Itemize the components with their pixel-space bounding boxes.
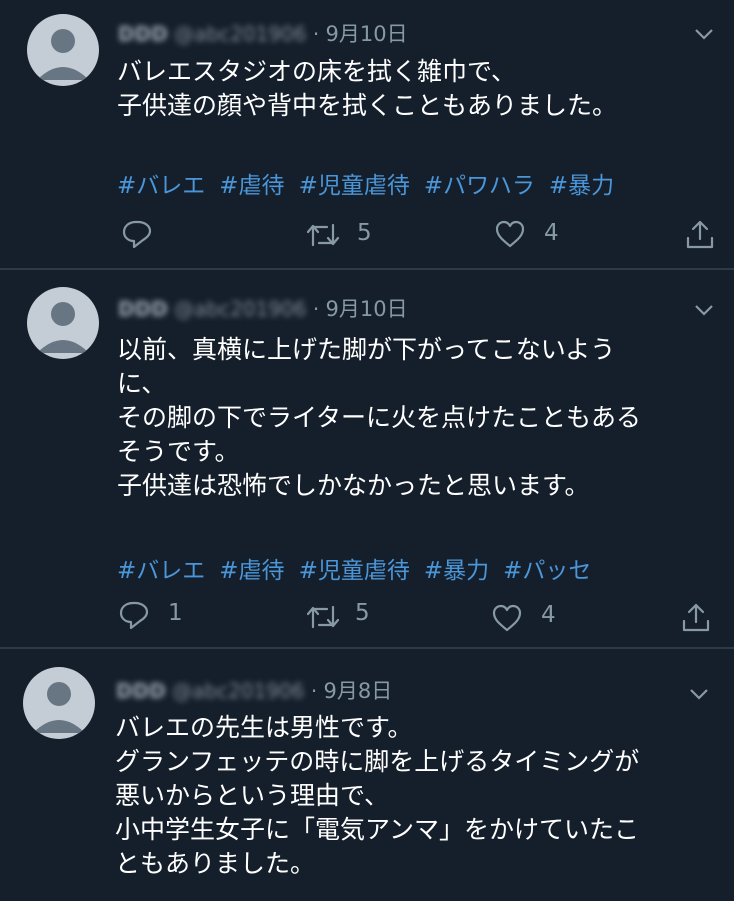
retweet-count: 5: [355, 600, 370, 626]
default-avatar-icon[interactable]: [27, 287, 99, 359]
like-icon: [495, 220, 525, 248]
tweet[interactable]: DDD @abc201906 · 9月10日 バレエスタジオの床を拭く雑巾で、 …: [0, 0, 734, 268]
share-icon: [686, 220, 714, 249]
reply-button[interactable]: 1: [118, 600, 190, 630]
hashtag-link[interactable]: #パワハラ: [424, 173, 535, 199]
header-separator: ·: [312, 22, 320, 46]
like-count: 4: [544, 220, 559, 246]
author-name-blurred[interactable]: DDD @abc201906: [116, 679, 304, 703]
hashtag-link[interactable]: #児童虐待: [299, 558, 410, 584]
reply-icon: [122, 220, 152, 249]
retweet-count: 5: [357, 220, 372, 246]
tweet-text: バレエの先生は男性です。 グランフェッテの時に脚を上げるタイミングが 悪いからと…: [115, 713, 640, 878]
hashtag-list: #バレエ #虐待 #児童虐待 #暴力 #パッセ: [117, 551, 605, 585]
like-button[interactable]: 4: [491, 602, 563, 634]
retweet-button[interactable]: 5: [305, 220, 385, 251]
tweet-date[interactable]: 9月8日: [324, 679, 393, 703]
hashtag-link[interactable]: #暴力: [549, 173, 614, 199]
hashtag-link[interactable]: #児童虐待: [299, 173, 410, 199]
author-name-blurred[interactable]: DDD @abc201906: [118, 297, 306, 321]
tweet-header: DDD @abc201906 · 9月10日: [118, 18, 408, 48]
share-icon: [682, 603, 710, 632]
like-icon: [492, 604, 522, 632]
hashtag-list: #バレエ #虐待 #児童虐待 #パワハラ #暴力: [117, 166, 628, 200]
share-button[interactable]: [684, 219, 716, 249]
tweet-header: DDD @abc201906 · 9月8日: [116, 675, 392, 705]
like-button[interactable]: 4: [494, 220, 566, 250]
header-separator: ·: [312, 297, 320, 321]
chevron-down-icon[interactable]: [693, 302, 715, 318]
reply-count: 1: [168, 600, 183, 626]
hashtag-link[interactable]: #虐待: [219, 558, 284, 584]
author-name-blurred[interactable]: DDD @abc201906: [118, 22, 306, 46]
hashtag-link[interactable]: #バレエ: [117, 173, 205, 199]
retweet-button[interactable]: 5: [305, 600, 385, 633]
chevron-down-icon[interactable]: [688, 686, 710, 702]
hashtag-link[interactable]: #虐待: [219, 173, 284, 199]
chevron-down-icon[interactable]: [693, 26, 715, 42]
default-avatar-icon[interactable]: [27, 14, 99, 86]
retweet-icon: [306, 605, 340, 629]
tweet-date[interactable]: 9月10日: [326, 22, 408, 46]
header-separator: ·: [310, 679, 318, 703]
hashtag-link[interactable]: #暴力: [424, 558, 489, 584]
hashtag-link[interactable]: #バレエ: [117, 558, 205, 584]
tweet-date[interactable]: 9月10日: [326, 297, 408, 321]
tweet[interactable]: DDD @abc201906 · 9月8日 バレエの先生は男性です。 グランフェ…: [0, 649, 734, 901]
tweet-header: DDD @abc201906 · 9月10日: [118, 293, 408, 323]
default-avatar-icon[interactable]: [23, 667, 95, 739]
reply-button[interactable]: [121, 219, 161, 249]
reply-icon: [119, 601, 149, 630]
share-button[interactable]: [680, 602, 712, 632]
tweet[interactable]: DDD @abc201906 · 9月10日 以前、真横に上げた脚が下がってこな…: [0, 270, 734, 647]
tweet-text: バレエスタジオの床を拭く雑巾で、 子供達の顔や背中を拭くこともありました。: [117, 57, 618, 120]
hashtag-link[interactable]: #パッセ: [503, 558, 591, 584]
retweet-icon: [306, 223, 340, 247]
tweet-text: 以前、真横に上げた脚が下がってこないよう に、 その脚の下でライターに火を点けた…: [117, 335, 642, 500]
like-count: 4: [541, 602, 556, 628]
